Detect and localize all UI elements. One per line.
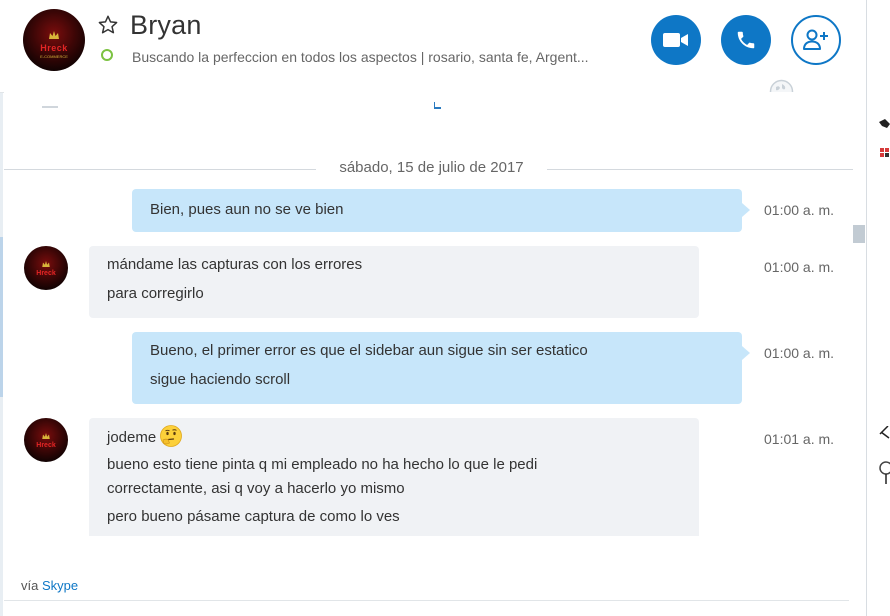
- previous-message-fragment: [42, 106, 58, 108]
- message-text: correctamente, asi q voy a hacerlo yo mi…: [107, 480, 405, 497]
- message-timestamp: 01:00 a. m.: [764, 259, 835, 275]
- message-text: jodeme: [107, 428, 157, 446]
- via-skype-label: vía Skype: [21, 578, 78, 593]
- message-text-line: jodeme: [107, 425, 681, 456]
- avatar-logo-text: Hreck: [36, 442, 56, 449]
- online-status-icon: [101, 49, 113, 61]
- incoming-message-bubble[interactable]: jodeme bueno esto tiene pinta q mi emple…: [89, 418, 699, 536]
- message-text: bueno esto tiene pinta q mi empleado no …: [107, 456, 538, 473]
- message-text: pero bueno pásame captura de como lo ves: [107, 508, 400, 525]
- video-camera-icon: [663, 33, 688, 47]
- avatar-logo-text: Hreck: [40, 43, 68, 53]
- sender-avatar[interactable]: Hreck: [24, 246, 68, 290]
- thinking-face-emoji-icon: [160, 425, 183, 447]
- contact-name[interactable]: Bryan: [130, 10, 202, 41]
- date-separator-text: sábado, 15 de julio de 2017: [339, 159, 524, 176]
- message-timestamp: 01:00 a. m.: [764, 345, 835, 361]
- avatar-logo-text: Hreck: [36, 270, 56, 277]
- video-call-button[interactable]: [651, 15, 701, 65]
- skype-link[interactable]: Skype: [42, 578, 78, 593]
- favorite-star-icon[interactable]: [97, 14, 119, 36]
- add-person-icon: [803, 29, 828, 50]
- conversation-header: Hreck E-COMMERCE Bryan Buscando la perfe…: [0, 0, 866, 104]
- date-separator: sábado, 15 de julio de 2017: [4, 159, 866, 179]
- audio-call-button[interactable]: [721, 15, 771, 65]
- message-text: mándame las capturas con los errores: [107, 256, 363, 273]
- crown-icon: [42, 261, 50, 267]
- avatar-logo-subtext: E-COMMERCE: [40, 54, 68, 59]
- message-text: Bueno, el primer error es que el sidebar…: [150, 342, 588, 359]
- composer-divider: [4, 600, 849, 601]
- chat-scrollbar-thumb[interactable]: [853, 225, 865, 243]
- background-window-glyph-icon: [879, 119, 890, 128]
- message-text: Bien, pues aun no se ve bien: [150, 201, 344, 218]
- mood-message: Buscando la perfeccion en todos los aspe…: [132, 49, 589, 65]
- via-prefix: vía: [21, 578, 39, 593]
- outgoing-message-bubble[interactable]: Bueno, el primer error es que el sidebar…: [132, 332, 750, 404]
- chat-scrollbar[interactable]: [852, 92, 866, 536]
- message-text: sigue haciendo scroll: [150, 371, 291, 388]
- date-separator-line: [547, 169, 853, 170]
- phone-icon: [737, 31, 755, 49]
- sender-avatar[interactable]: Hreck: [24, 418, 68, 462]
- outgoing-message-bubble[interactable]: Bien, pues aun no se ve bien: [132, 189, 750, 232]
- background-window-edge: [866, 0, 890, 616]
- incoming-message-bubble[interactable]: mándame las capturas con los errores par…: [89, 246, 699, 318]
- chat-history[interactable]: sábado, 15 de julio de 2017 Bien, pues a…: [4, 92, 866, 536]
- previous-message-fragment-mark: [434, 102, 441, 109]
- contact-avatar[interactable]: Hreck E-COMMERCE: [23, 9, 85, 71]
- window-left-edge-accent: [0, 237, 3, 397]
- add-people-button[interactable]: [791, 15, 841, 65]
- crown-icon: [49, 31, 59, 39]
- date-separator-line: [4, 169, 316, 170]
- crown-icon: [42, 433, 50, 439]
- background-window-tile-icon: [880, 148, 889, 157]
- message-timestamp: 01:01 a. m.: [764, 431, 835, 447]
- background-window-hook-icon: [879, 426, 890, 484]
- message-text: para corregirlo: [107, 285, 204, 302]
- message-timestamp: 01:00 a. m.: [764, 202, 835, 218]
